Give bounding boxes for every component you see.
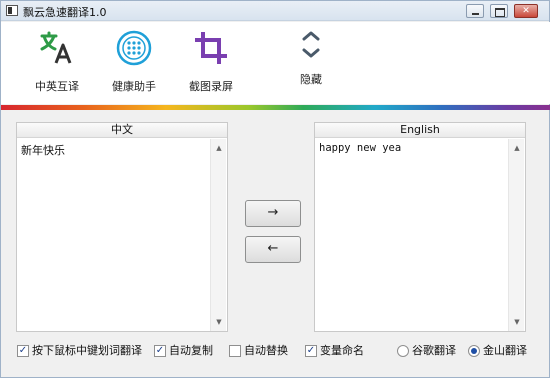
translate-to-english-button[interactable]: →	[245, 200, 301, 227]
scroll-down-icon[interactable]: ▼	[211, 315, 227, 329]
translate-icon	[40, 31, 72, 64]
radio-circle[interactable]	[397, 345, 409, 357]
target-scrollbar[interactable]: ▲ ▼	[508, 139, 524, 331]
radio-label: 金山翻译	[483, 344, 527, 357]
scroll-up-icon[interactable]: ▲	[509, 141, 525, 155]
source-scrollbar[interactable]: ▲ ▼	[210, 139, 226, 331]
hide-button[interactable]: 隐藏	[276, 22, 346, 104]
health-assistant-label: 健康助手	[112, 80, 156, 93]
screenshot-label: 截图录屏	[189, 80, 233, 93]
checkbox-box[interactable]: ✓	[17, 345, 29, 357]
translate-button[interactable]: 中英互译	[22, 22, 92, 104]
source-panel-header: 中文	[17, 123, 227, 138]
checkbox-box[interactable]	[229, 345, 241, 357]
minimize-button[interactable]	[466, 4, 484, 18]
app-window: 飘云急速翻译1.0 中英互译 健康助手	[0, 0, 550, 378]
window-title: 飘云急速翻译1.0	[23, 6, 107, 19]
chevron-up-down-icon	[302, 31, 320, 58]
checkbox-label: 自动替换	[244, 344, 288, 357]
close-button[interactable]	[514, 4, 538, 18]
target-text-area[interactable]: happy new yea	[319, 142, 504, 327]
target-panel: English happy new yea ▲ ▼	[314, 122, 526, 332]
hide-label: 隐藏	[300, 73, 322, 86]
rainbow-divider	[1, 105, 550, 110]
checkbox-box[interactable]: ✓	[154, 345, 166, 357]
health-assistant-button[interactable]: 健康助手	[99, 22, 169, 104]
checkbox-box[interactable]: ✓	[305, 345, 317, 357]
source-panel: 中文 新年快乐 ▲ ▼	[16, 122, 228, 332]
target-panel-header: English	[315, 123, 525, 138]
translate-to-chinese-button[interactable]: ←	[245, 236, 301, 263]
radio-label: 谷歌翻译	[412, 344, 456, 357]
screenshot-button[interactable]: 截图录屏	[176, 22, 246, 104]
translate-label: 中英互译	[35, 80, 79, 93]
checkbox-label: 变量命名	[320, 344, 364, 357]
source-text-area[interactable]: 新年快乐	[21, 142, 206, 327]
scroll-down-icon[interactable]: ▼	[509, 315, 525, 329]
radio-circle[interactable]	[468, 345, 480, 357]
scroll-up-icon[interactable]: ▲	[211, 141, 227, 155]
checkbox-label: 自动复制	[169, 344, 213, 357]
title-bar: 飘云急速翻译1.0	[1, 1, 549, 21]
health-icon	[116, 30, 152, 66]
crop-icon	[195, 32, 227, 64]
app-icon	[6, 5, 18, 16]
checkbox-label: 按下鼠标中键划词翻译	[32, 344, 142, 357]
maximize-button[interactable]	[490, 4, 508, 18]
toolbar: 中英互译 健康助手 截图录屏 隐藏	[1, 22, 550, 104]
